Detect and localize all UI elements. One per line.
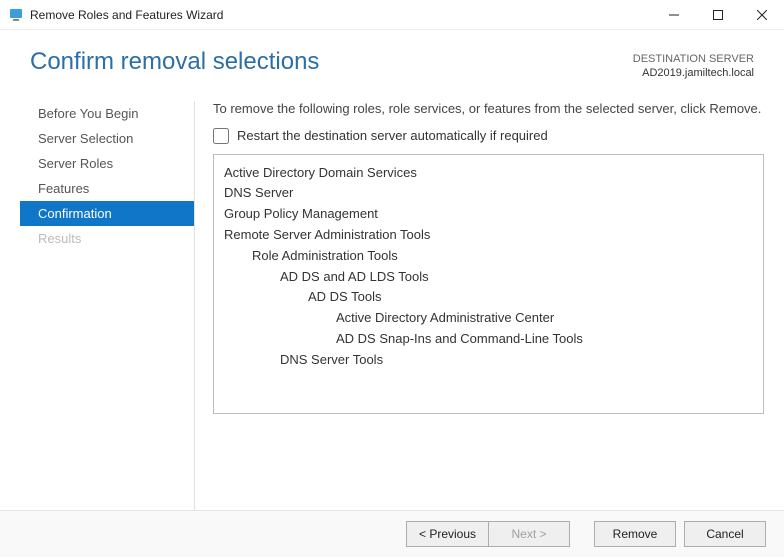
list-item: DNS Server Tools [224,350,753,371]
close-button[interactable] [740,0,784,30]
next-button[interactable]: Next > [488,521,570,547]
list-item: Group Policy Management [224,204,753,225]
destination-label: DESTINATION SERVER [633,52,754,66]
list-item: Remote Server Administration Tools [224,225,753,246]
wizard-steps: Before You BeginServer SelectionServer R… [20,101,195,510]
wizard-header: Confirm removal selections DESTINATION S… [0,30,784,81]
wizard-footer: < Previous Next > Remove Cancel [0,510,784,557]
page-heading: Confirm removal selections [30,48,633,76]
list-item: Role Administration Tools [224,246,753,267]
minimize-button[interactable] [652,0,696,30]
step-features[interactable]: Features [20,176,194,201]
list-item: AD DS Tools [224,287,753,308]
destination-server: AD2019.jamiltech.local [633,66,754,80]
cancel-button[interactable]: Cancel [684,521,766,547]
wizard-window: Remove Roles and Features Wizard Confirm… [0,0,784,557]
main-panel: To remove the following roles, role serv… [195,101,764,510]
list-item: Active Directory Administrative Center [224,308,753,329]
restart-checkbox[interactable] [213,128,229,144]
step-server-roles[interactable]: Server Roles [20,151,194,176]
list-item: DNS Server [224,183,753,204]
removal-list[interactable]: Active Directory Domain ServicesDNS Serv… [213,154,764,414]
step-server-selection[interactable]: Server Selection [20,126,194,151]
window-title: Remove Roles and Features Wizard [30,8,652,22]
destination-block: DESTINATION SERVER AD2019.jamiltech.loca… [633,48,754,81]
restart-checkbox-label: Restart the destination server automatic… [237,128,548,143]
list-item: Active Directory Domain Services [224,163,753,184]
step-confirmation[interactable]: Confirmation [20,201,194,226]
instruction-text: To remove the following roles, role serv… [213,101,764,116]
maximize-button[interactable] [696,0,740,30]
server-manager-icon [8,7,24,23]
step-before-you-begin[interactable]: Before You Begin [20,101,194,126]
titlebar: Remove Roles and Features Wizard [0,0,784,30]
step-results: Results [20,226,194,251]
remove-button[interactable]: Remove [594,521,676,547]
list-item: AD DS and AD LDS Tools [224,267,753,288]
previous-button[interactable]: < Previous [406,521,488,547]
list-item: AD DS Snap-Ins and Command-Line Tools [224,329,753,350]
restart-checkbox-row[interactable]: Restart the destination server automatic… [213,128,764,144]
